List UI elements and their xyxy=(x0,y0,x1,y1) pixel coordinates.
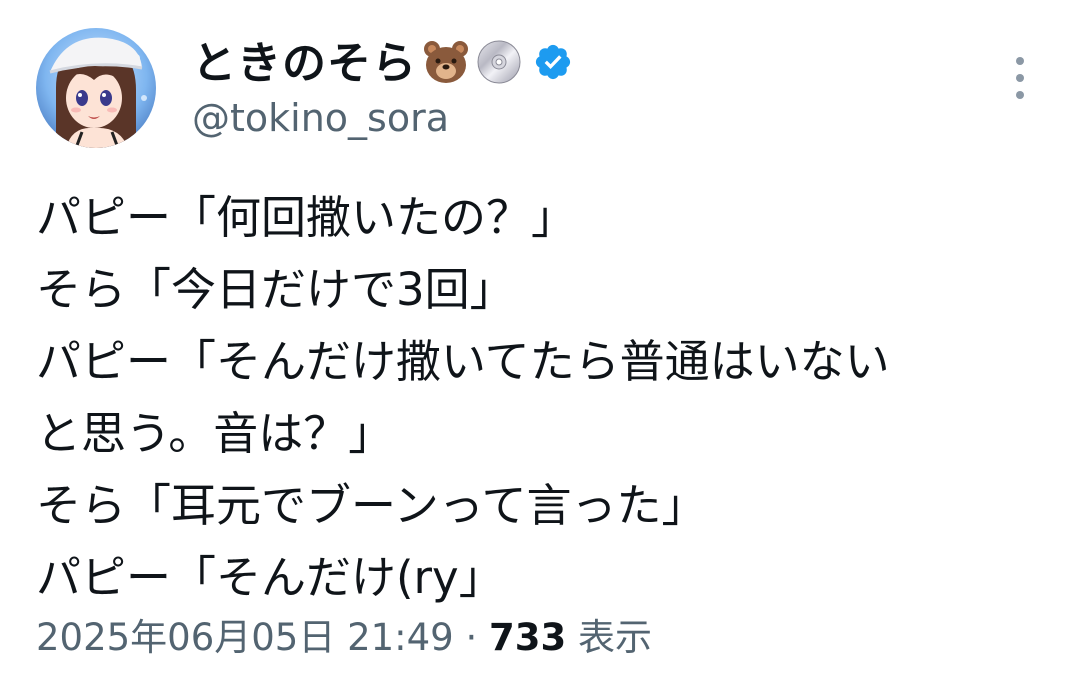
tweet-line: パピー「そんだけ(ry」 xyxy=(36,551,504,604)
tweet-line: そら「今日だけで3回」 xyxy=(36,263,515,316)
tweet-line: と思う。音は？」 xyxy=(36,407,394,460)
meta-separator: · xyxy=(465,616,478,659)
views-count[interactable]: 733 xyxy=(489,616,566,659)
verified-badge-icon[interactable] xyxy=(533,42,573,86)
views-label: 表示 xyxy=(578,616,653,659)
avatar[interactable] xyxy=(36,28,156,148)
tweet-card: ときのそら @tokino_sora パピー「何回撒いたの？」 そら「今日だけで… xyxy=(0,0,1080,680)
bear-emoji-icon xyxy=(421,37,471,91)
author-handle[interactable]: @tokino_sora xyxy=(192,94,449,142)
disc-emoji-icon xyxy=(475,38,523,90)
display-name[interactable]: ときのそら xyxy=(192,34,417,94)
more-options-icon[interactable] xyxy=(1004,52,1036,104)
author-name-row[interactable]: ときのそら xyxy=(192,34,573,94)
tweet-line: パピー「そんだけ撒いてたら普通はいない xyxy=(36,335,890,388)
timestamp[interactable]: 2025年06月05日 21:49 xyxy=(36,616,454,659)
tweet-meta: 2025年06月05日 21:49 · 733 表示 xyxy=(36,612,652,664)
tweet-text: パピー「何回撒いたの？」 そら「今日だけで3回」 パピー「そんだけ撒いてたら普通… xyxy=(36,182,1046,614)
tweet-line: パピー「何回撒いたの？」 xyxy=(36,191,577,244)
tweet-line: そら「耳元でブーンって言った」 xyxy=(36,479,707,532)
avatar-image xyxy=(36,28,156,148)
